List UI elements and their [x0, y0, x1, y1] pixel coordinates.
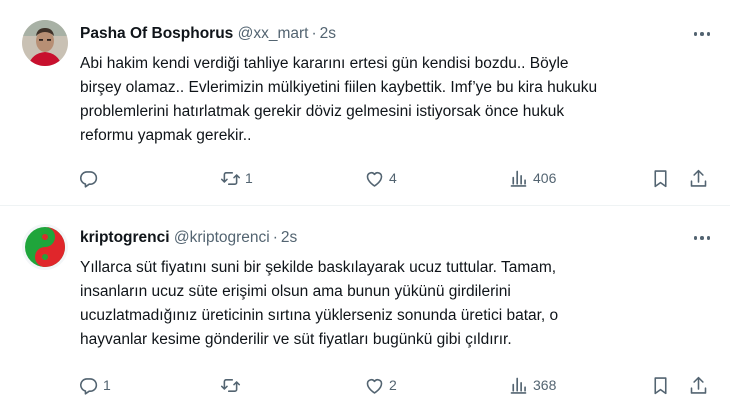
like-count: 2	[389, 377, 397, 393]
tweet-text-line: problemlerini hatırlatmak gerekir döviz …	[80, 103, 565, 120]
separator-dot: ·	[311, 25, 317, 42]
tweet-text-line: birşey olamaz.. Evlerimizin mülkiyetini …	[80, 79, 598, 96]
reply-icon	[78, 375, 99, 396]
retweet-icon	[220, 375, 241, 396]
reply-button[interactable]	[78, 166, 103, 190]
avatar[interactable]	[22, 224, 68, 270]
like-button[interactable]: 4	[364, 166, 397, 190]
tweet-text-line: insanların ucuz süte erişimi olsun ama b…	[80, 283, 511, 300]
views-count: 406	[533, 170, 557, 186]
more-icon[interactable]	[690, 228, 714, 248]
reply-button[interactable]: 1	[78, 373, 111, 397]
separator-dot: ·	[272, 229, 278, 246]
tweet-text-line: Yıllarca süt fiyatını suni bir şekilde b…	[80, 259, 557, 276]
tweet-text: Abi hakim kendi verdiği tahliye kararını…	[80, 52, 700, 148]
tweet-time[interactable]: 2s	[320, 25, 336, 42]
bookmark-icon	[650, 168, 671, 189]
tweet-text-line: hayvanlar kesime gönderilir ve süt fiyat…	[80, 331, 512, 348]
tweet-text-line: reformu yapmak gerekir..	[80, 127, 252, 144]
share-button[interactable]	[688, 166, 709, 190]
tweet-text-line: ucuzlatmadığınız üreticinin sırtına yükl…	[80, 307, 559, 324]
more-icon[interactable]	[690, 24, 714, 44]
retweet-icon	[220, 168, 241, 189]
tweet-header: kriptogrenci @kriptogrenci · 2s	[80, 228, 670, 248]
like-icon	[364, 168, 385, 189]
share-icon	[688, 375, 709, 396]
author-name[interactable]: Pasha Of Bosphorus	[80, 25, 233, 42]
tweet-time[interactable]: 2s	[281, 229, 297, 246]
action-bar: 1 4 406	[78, 166, 716, 190]
author-handle[interactable]: @kriptogrenci	[174, 229, 270, 246]
action-bar: 1 2 368	[78, 373, 716, 397]
avatar[interactable]	[22, 20, 68, 66]
reply-count: 1	[103, 377, 111, 393]
views-count: 368	[533, 377, 557, 393]
views-button[interactable]: 406	[508, 166, 556, 190]
retweet-button[interactable]: 1	[220, 166, 253, 190]
retweet-button[interactable]	[220, 373, 245, 397]
views-icon	[508, 375, 529, 396]
tweet-text-line: Abi hakim kendi verdiği tahliye kararını…	[80, 55, 569, 72]
reply-icon	[78, 168, 99, 189]
like-icon	[364, 375, 385, 396]
bookmark-button[interactable]	[650, 166, 671, 190]
tweet-header: Pasha Of Bosphorus @xx_mart · 2s	[80, 24, 670, 44]
like-count: 4	[389, 170, 397, 186]
bookmark-button[interactable]	[650, 373, 671, 397]
retweet-count: 1	[245, 170, 253, 186]
views-icon	[508, 168, 529, 189]
share-button[interactable]	[688, 373, 709, 397]
tweet[interactable]: Pasha Of Bosphorus @xx_mart · 2s Abi hakim…	[0, 0, 730, 206]
like-button[interactable]: 2	[364, 373, 397, 397]
tweet-text: Yıllarca süt fiyatını suni bir şekilde b…	[80, 256, 700, 352]
bookmark-icon	[650, 375, 671, 396]
author-handle[interactable]: @xx_mart	[238, 25, 309, 42]
author-name[interactable]: kriptogrenci	[80, 229, 170, 246]
tweet[interactable]: kriptogrenci @kriptogrenci · 2s Yıllarca s…	[0, 207, 730, 420]
share-icon	[688, 168, 709, 189]
views-button[interactable]: 368	[508, 373, 556, 397]
